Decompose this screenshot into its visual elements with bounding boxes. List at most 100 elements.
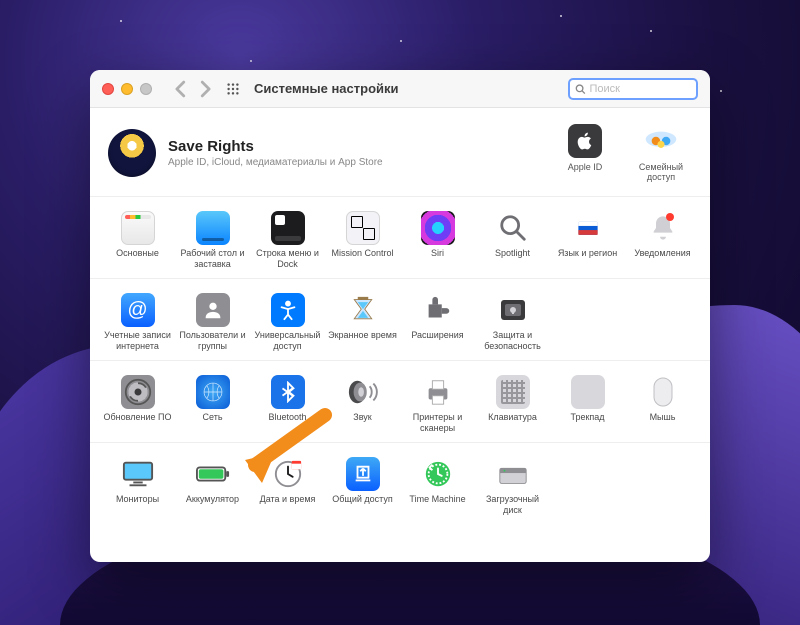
print-icon (421, 375, 455, 409)
desktop-icon (196, 211, 230, 245)
pref-datetime[interactable]: Дата и время (250, 453, 325, 520)
pref-battery[interactable]: Аккумулятор (175, 453, 250, 520)
family-icon (644, 124, 678, 158)
pref-keyboard[interactable]: Клавиатура (475, 371, 550, 438)
pref-mouse[interactable]: Мышь (625, 371, 700, 438)
apple-logo-icon (568, 124, 602, 158)
pref-apple-id-label: Apple ID (568, 162, 603, 172)
keyboard-icon (496, 375, 530, 409)
datetime-icon (271, 457, 305, 491)
language-icon (571, 211, 605, 245)
account-avatar[interactable] (108, 129, 156, 177)
pref-keyboard-label: Клавиатура (477, 412, 548, 434)
close-button[interactable] (102, 83, 114, 95)
pref-users[interactable]: Пользователи и группы (175, 289, 250, 356)
pref-general-label: Основные (102, 248, 173, 270)
pref-desktop-label: Рабочий стол и заставка (177, 248, 248, 270)
pref-tm-label: Time Machine (402, 494, 473, 516)
pref-display[interactable]: Мониторы (100, 453, 175, 520)
pref-security-label: Защита и безопасность (477, 330, 548, 352)
minimize-button[interactable] (121, 83, 133, 95)
window-controls (102, 83, 152, 95)
pref-datetime-label: Дата и время (252, 494, 323, 516)
pref-section-2: Обновление ПОСетьBluetoothЗвукПринтеры и… (90, 360, 710, 442)
pref-update[interactable]: Обновление ПО (100, 371, 175, 438)
sound-icon (346, 375, 380, 409)
startup-icon (496, 457, 530, 491)
general-icon (121, 211, 155, 245)
pref-startup[interactable]: Загрузочный диск (475, 453, 550, 520)
pref-internet-label: Учетные записи интернета (102, 330, 173, 352)
titlebar: Системные настройки (90, 70, 710, 108)
pref-network[interactable]: Сеть (175, 371, 250, 438)
pref-network-label: Сеть (177, 412, 248, 434)
pref-internet[interactable]: @ Учетные записи интернета (100, 289, 175, 356)
pref-spotlight[interactable]: Spotlight (475, 207, 550, 274)
pref-desktop[interactable]: Рабочий стол и заставка (175, 207, 250, 274)
system-preferences-window: Системные настройки Save Rights Apple ID… (90, 70, 710, 562)
pref-tm[interactable]: Time Machine (400, 453, 475, 520)
pref-mission-label: Mission Control (327, 248, 398, 270)
spotlight-icon (496, 211, 530, 245)
mouse-icon (646, 375, 680, 409)
mission-icon (346, 211, 380, 245)
pref-trackpad-label: Трекпад (552, 412, 623, 434)
pref-trackpad[interactable]: Трекпад (550, 371, 625, 438)
pref-general[interactable]: Основные (100, 207, 175, 274)
siri-icon (421, 211, 455, 245)
pref-section-3: МониторыАккумуляторДата и времяОбщий дос… (90, 442, 710, 524)
pref-sound[interactable]: Звук (325, 371, 400, 438)
pref-spotlight-label: Spotlight (477, 248, 548, 270)
trackpad-icon (571, 375, 605, 409)
account-subtitle: Apple ID, iCloud, медиаматериалы и App S… (168, 157, 554, 168)
pref-family-sharing[interactable]: Семейный доступ (630, 124, 692, 182)
show-all-button[interactable] (222, 78, 244, 100)
internet-icon: @ (121, 293, 155, 327)
pref-sound-label: Звук (327, 412, 398, 434)
pref-section-1: @ Учетные записи интернетаПользователи и … (90, 278, 710, 360)
pref-sharing-label: Общий доступ (327, 494, 398, 516)
pref-print[interactable]: Принтеры и сканеры (400, 371, 475, 438)
pref-ext-label: Расширения (402, 330, 473, 352)
display-icon (121, 457, 155, 491)
account-name: Save Rights (168, 138, 554, 155)
pref-siri[interactable]: Siri (400, 207, 475, 274)
pref-startup-label: Загрузочный диск (477, 494, 548, 516)
pref-screentime[interactable]: Экранное время (325, 289, 400, 356)
pref-section-0: ОсновныеРабочий стол и заставкаСтрока ме… (90, 196, 710, 278)
forward-button[interactable] (194, 78, 216, 100)
sharing-icon (346, 457, 380, 491)
pref-security[interactable]: Защита и безопасность (475, 289, 550, 356)
notif-icon (646, 211, 680, 245)
pref-display-label: Мониторы (102, 494, 173, 516)
zoom-button[interactable] (140, 83, 152, 95)
pref-mouse-label: Мышь (627, 412, 698, 434)
bt-icon (271, 375, 305, 409)
pref-language[interactable]: Язык и регион (550, 207, 625, 274)
pref-battery-label: Аккумулятор (177, 494, 248, 516)
pref-access-label: Универсальный доступ (252, 330, 323, 352)
search-field[interactable] (568, 78, 698, 100)
search-icon (575, 83, 586, 95)
screentime-icon (346, 293, 380, 327)
back-button[interactable] (170, 78, 192, 100)
pref-ext[interactable]: Расширения (400, 289, 475, 356)
pref-access[interactable]: Универсальный доступ (250, 289, 325, 356)
pref-mission[interactable]: Mission Control (325, 207, 400, 274)
search-input[interactable] (590, 83, 692, 95)
pref-notif[interactable]: Уведомления (625, 207, 700, 274)
ext-icon (421, 293, 455, 327)
pref-apple-id[interactable]: Apple ID (554, 124, 616, 172)
pref-bt-label: Bluetooth (252, 412, 323, 434)
pref-print-label: Принтеры и сканеры (402, 412, 473, 434)
network-icon (196, 375, 230, 409)
pref-siri-label: Siri (402, 248, 473, 270)
pref-users-label: Пользователи и группы (177, 330, 248, 352)
pref-notif-label: Уведомления (627, 248, 698, 270)
pref-dock[interactable]: Строка меню и Dock (250, 207, 325, 274)
pref-screentime-label: Экранное время (327, 330, 398, 352)
pref-sharing[interactable]: Общий доступ (325, 453, 400, 520)
pref-bt[interactable]: Bluetooth (250, 371, 325, 438)
access-icon (271, 293, 305, 327)
pref-language-label: Язык и регион (552, 248, 623, 270)
